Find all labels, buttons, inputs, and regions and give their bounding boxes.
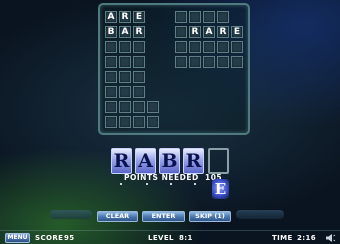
score-value: 95 — [64, 234, 75, 242]
board-letter-cell: B — [105, 26, 117, 38]
board-empty-cell — [217, 41, 229, 53]
rack-tile[interactable]: R — [183, 148, 204, 174]
board-empty-cell — [217, 56, 229, 68]
board-empty-cell — [203, 56, 215, 68]
board-letter-cell: A — [203, 26, 215, 38]
button-track-right — [236, 210, 284, 219]
pool-slot-dot — [194, 183, 196, 185]
level-label: LEVEL — [148, 234, 174, 242]
time-label: TIME — [272, 234, 293, 242]
board-empty-cell — [105, 116, 117, 128]
board-empty-cell — [105, 41, 117, 53]
board-empty-cell — [105, 71, 117, 83]
board-empty-cell — [175, 41, 187, 53]
board-empty-cell — [189, 41, 201, 53]
rack-tile[interactable]: B — [159, 148, 180, 174]
pool-slot-dot — [120, 183, 122, 185]
points-needed-label: POINTS NEEDED — [124, 173, 199, 182]
enter-button[interactable]: ENTER — [142, 211, 185, 222]
board-empty-cell — [119, 41, 131, 53]
pool-slot-dot — [146, 183, 148, 185]
board-empty-cell — [133, 116, 145, 128]
board-letter-cell: E — [133, 11, 145, 23]
board-empty-cell — [231, 56, 243, 68]
board-empty-cell — [203, 41, 215, 53]
board-empty-cell — [105, 101, 117, 113]
board-empty-cell — [203, 11, 215, 23]
board-letter-cell: R — [133, 26, 145, 38]
speaker-icon[interactable] — [325, 233, 336, 243]
board-empty-cell — [105, 56, 117, 68]
board-empty-cell — [105, 86, 117, 98]
board-letter-cell: R — [217, 26, 229, 38]
board-empty-cell — [175, 11, 187, 23]
board-empty-cell — [119, 116, 131, 128]
board-empty-cell — [133, 56, 145, 68]
status-bar: MENU SCORE 95 LEVEL 8:1 TIME 2:16 — [0, 230, 340, 244]
skip-button[interactable]: SKIP (1) — [189, 211, 231, 222]
rack-tile[interactable]: R — [111, 148, 132, 174]
rack-tile[interactable]: A — [135, 148, 156, 174]
board-empty-cell — [217, 11, 229, 23]
board-letter-cell: E — [231, 26, 243, 38]
board-empty-cell — [147, 116, 159, 128]
board-empty-cell — [175, 56, 187, 68]
board-empty-cell — [133, 41, 145, 53]
board-empty-cell — [133, 101, 145, 113]
board-empty-cell — [189, 56, 201, 68]
rack-slot-empty[interactable] — [208, 148, 229, 174]
board-empty-cell — [231, 41, 243, 53]
clear-button[interactable]: CLEAR — [97, 211, 138, 222]
board-empty-cell — [119, 86, 131, 98]
board-empty-cell — [119, 56, 131, 68]
board-empty-cell — [175, 26, 187, 38]
score-label: SCORE — [35, 234, 64, 242]
board-letter-cell: A — [105, 11, 117, 23]
board-empty-cell — [133, 86, 145, 98]
board-letter-cell: R — [119, 11, 131, 23]
board-empty-cell — [119, 101, 131, 113]
board-empty-cell — [119, 71, 131, 83]
level-value: 8:1 — [179, 234, 193, 242]
time-value: 2:16 — [297, 234, 317, 242]
board-letter-cell: R — [189, 26, 201, 38]
board-empty-cell — [133, 71, 145, 83]
board-letter-cell: A — [119, 26, 131, 38]
menu-button[interactable]: MENU — [5, 233, 30, 243]
pool-slot-dot — [170, 183, 172, 185]
board-empty-cell — [189, 11, 201, 23]
button-track-left — [50, 210, 92, 219]
board-empty-cell — [147, 101, 159, 113]
pool-tile[interactable]: E — [212, 179, 229, 199]
